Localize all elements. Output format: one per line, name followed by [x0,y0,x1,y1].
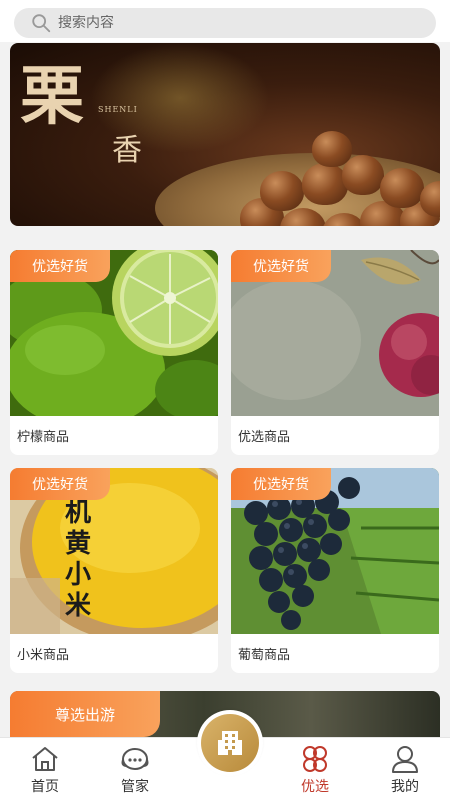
clover-icon [303,746,327,772]
search-header [0,0,450,42]
center-tab-button[interactable] [197,710,263,776]
tab-home[interactable]: 首页 [0,738,90,800]
tab-selected-label: 优选 [301,779,329,795]
banner-title-en: SHENLI [98,105,138,114]
search-input[interactable] [58,15,398,31]
millet-image-text: 机 黄 小 米 [64,498,91,621]
product-name: 葡萄商品 [238,648,291,663]
promo-banner[interactable]: 栗 SHENLI 香 [10,43,440,226]
tab-home-label: 首页 [31,779,59,795]
search-bar[interactable] [14,8,436,38]
product-card-apple[interactable]: 优选好货 优选商品 [231,250,439,455]
product-card-lime[interactable]: 优选好货 柠檬商品 [10,250,218,455]
banner-title-big: 栗 [20,59,84,134]
product-tag: 优选好货 [10,468,110,500]
product-tag: 优选好货 [231,468,331,500]
product-tag: 优选好货 [10,250,110,282]
search-icon [32,14,51,33]
headset-icon [121,748,149,770]
product-name: 小米商品 [17,648,70,663]
banner-title-small: 香 [112,133,142,168]
tab-selected[interactable]: 优选 [270,738,360,800]
tab-butler[interactable]: 管家 [90,738,180,800]
tab-mine-label: 我的 [391,779,419,795]
product-tag: 优选好货 [231,250,331,282]
banner-brand: 栗 SHENLI 香 [20,65,142,169]
home-icon [32,747,58,771]
product-name: 柠檬商品 [17,430,70,445]
product-card-grape[interactable]: 优选好货 葡萄商品 [231,468,439,673]
travel-tag: 尊选出游 [10,691,160,737]
product-card-millet[interactable]: 机 黄 小 米 优选好货 小米商品 [10,468,218,673]
building-icon [218,731,242,755]
tab-butler-label: 管家 [121,779,149,795]
tab-mine[interactable]: 我的 [360,738,450,800]
product-name: 优选商品 [238,430,291,445]
user-icon [392,746,418,773]
app-screen: 栗 SHENLI 香 [0,0,450,800]
